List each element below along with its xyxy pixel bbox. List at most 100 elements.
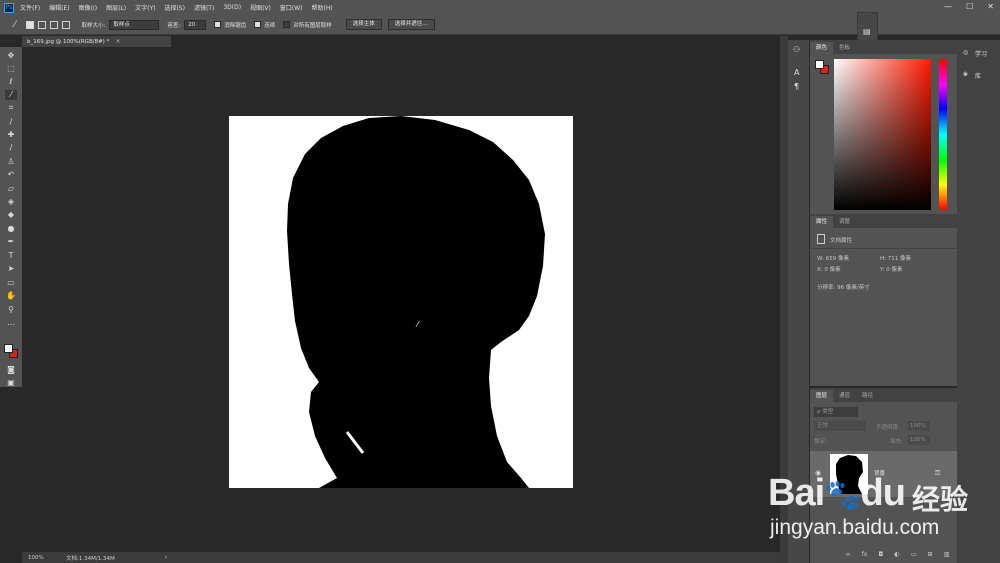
hue-slider[interactable]: [939, 59, 947, 210]
history-icon[interactable]: ▤: [863, 27, 871, 36]
character-icon[interactable]: A: [794, 68, 799, 77]
menu-view[interactable]: 视图(V): [250, 3, 271, 12]
document-canvas[interactable]: ⁄: [229, 116, 573, 488]
learn-label[interactable]: 学习: [975, 49, 987, 58]
menu-edit[interactable]: 编辑(E): [49, 3, 69, 12]
minimize-button[interactable]: —: [944, 2, 952, 11]
color-field[interactable]: [834, 59, 931, 210]
hand-icon[interactable]: ✋: [5, 291, 17, 301]
tab-channels[interactable]: 通道: [833, 390, 856, 402]
sample-all-checkbox[interactable]: [283, 21, 291, 28]
quick-mask-icon[interactable]: ◙: [5, 365, 17, 375]
menu-window[interactable]: 窗口(W): [280, 3, 303, 12]
zoom-icon[interactable]: ⚲: [5, 305, 17, 315]
zoom-level[interactable]: 100%: [28, 555, 66, 561]
menu-type[interactable]: 文字(Y): [135, 3, 155, 12]
path-selection-icon[interactable]: ➤: [5, 264, 17, 274]
people-icon[interactable]: ⚇: [793, 45, 800, 54]
fx-icon[interactable]: fx: [862, 551, 868, 561]
maximize-button[interactable]: ☐: [966, 2, 973, 11]
status-menu-arrow[interactable]: ›: [165, 554, 167, 561]
blur-icon[interactable]: ◆: [5, 210, 17, 220]
opacity-input[interactable]: 100%: [908, 421, 930, 431]
brush-icon[interactable]: ∕: [5, 143, 17, 153]
antialias-checkbox[interactable]: [214, 21, 222, 28]
options-bar: ⁄ 取样大小: 取样点 容差: 20 消除锯齿 连续 对所有图层取样 选择主体 …: [0, 15, 1000, 35]
paragraph-icon[interactable]: ¶: [794, 82, 799, 91]
fg-swatch[interactable]: [815, 60, 824, 69]
library-label[interactable]: 库: [975, 71, 981, 80]
properties-panel: 属性 调整 文档属性 W: 659 像素 H: 711 像素 X: 0 像素 Y…: [810, 214, 957, 386]
menu-image[interactable]: 图像(I): [79, 3, 97, 12]
width-value: W: 659 像素: [817, 256, 849, 262]
menu-help[interactable]: 帮助(H): [312, 3, 333, 12]
foreground-color-swatch[interactable]: [4, 344, 13, 353]
tab-swatches[interactable]: 色板: [833, 42, 856, 54]
fill-label: 填充:: [890, 439, 903, 445]
learn-icon[interactable]: ◎: [963, 49, 968, 56]
layers-footer: ∞ fx ◘ ◐ ▭ ⊞ ▥: [840, 551, 955, 561]
new-group-icon[interactable]: ▭: [911, 551, 917, 561]
tab-color[interactable]: 颜色: [810, 42, 834, 54]
select-and-mask-button[interactable]: 选择并遮住...: [387, 19, 435, 30]
fill-input[interactable]: 100%: [908, 435, 930, 445]
stamp-icon[interactable]: ♙: [5, 157, 17, 167]
opacity-label: 不透明度:: [876, 425, 900, 431]
screen-mode-icon[interactable]: ▣: [5, 378, 17, 388]
more-tools-icon[interactable]: ⋯: [5, 320, 17, 330]
eyedropper-icon[interactable]: ∕: [5, 117, 17, 127]
close-button[interactable]: ✕: [987, 2, 994, 11]
add-mask-icon[interactable]: ◘: [878, 551, 883, 561]
menu-file[interactable]: 文件(F): [20, 3, 40, 12]
paint-bucket-icon[interactable]: ◈: [5, 197, 17, 207]
dodge-icon[interactable]: ●: [5, 224, 17, 234]
healing-icon[interactable]: ✚: [5, 130, 17, 140]
subtract-selection-mode[interactable]: [49, 20, 58, 29]
rectangle-icon[interactable]: ▭: [5, 278, 17, 288]
layer-filter-select[interactable]: ρ 类型: [814, 407, 858, 417]
blend-mode-select[interactable]: 正常: [814, 421, 866, 431]
document-icon: [817, 234, 825, 244]
marquee-icon[interactable]: ⬚: [5, 64, 17, 74]
menu-select[interactable]: 选择(S): [164, 3, 185, 12]
new-selection-mode[interactable]: [25, 20, 34, 29]
tab-layers[interactable]: 图层: [810, 390, 834, 402]
document-tab[interactable]: b_169.jpg @ 100%(RGB/8#) * ×: [22, 36, 172, 47]
color-panel: 颜色 色板: [810, 40, 957, 214]
contiguous-checkbox[interactable]: [254, 21, 262, 28]
new-layer-icon[interactable]: ⊞: [928, 551, 933, 561]
magic-wand-preset-icon[interactable]: ⁄: [14, 20, 16, 30]
delete-layer-icon[interactable]: ▥: [944, 551, 950, 561]
text-icon[interactable]: T: [5, 251, 17, 261]
tab-paths[interactable]: 路径: [856, 390, 879, 402]
menu-filter[interactable]: 滤镜(T): [194, 3, 214, 12]
magic-wand-icon[interactable]: ⁄: [5, 90, 17, 100]
visibility-eye-icon[interactable]: ◉: [815, 469, 821, 477]
add-selection-mode[interactable]: [37, 20, 46, 29]
intersect-selection-mode[interactable]: [61, 20, 70, 29]
tab-properties[interactable]: 属性: [810, 216, 834, 228]
crop-icon[interactable]: ⌗: [5, 103, 17, 113]
menu-layer[interactable]: 图层(L): [106, 3, 126, 12]
lock-label: 锁定:: [814, 439, 827, 445]
layer-row[interactable]: ◉ 背景 ⚿: [810, 451, 957, 497]
layers-panel-tabs: 图层 通道 路径: [810, 388, 957, 402]
layers-panel: 图层 通道 路径 ρ 类型 正常 不透明度: 100% 锁定: 填充: 100%…: [810, 388, 957, 563]
select-subject-button[interactable]: 选择主体: [345, 19, 382, 30]
tab-adjustments[interactable]: 调整: [833, 216, 856, 228]
link-layers-icon[interactable]: ∞: [846, 551, 851, 561]
window-controls: — ☐ ✕: [944, 2, 994, 11]
properties-divider: [810, 248, 957, 249]
library-icon[interactable]: ❀: [963, 71, 968, 78]
eraser-icon[interactable]: ▱: [5, 184, 17, 194]
lasso-icon[interactable]: ℓ: [5, 77, 17, 87]
sample-size-select[interactable]: 取样点: [109, 19, 160, 30]
menu-3d[interactable]: 3D(D): [223, 4, 241, 11]
pen-icon[interactable]: ✒: [5, 237, 17, 247]
x-value: X: 0 像素: [817, 267, 841, 273]
tolerance-input[interactable]: 20: [184, 19, 207, 30]
adjustment-layer-icon[interactable]: ◐: [894, 551, 899, 561]
document-close-icon[interactable]: ×: [115, 38, 120, 45]
move-icon[interactable]: ✥: [5, 51, 17, 61]
history-brush-icon[interactable]: ↶: [5, 170, 17, 180]
